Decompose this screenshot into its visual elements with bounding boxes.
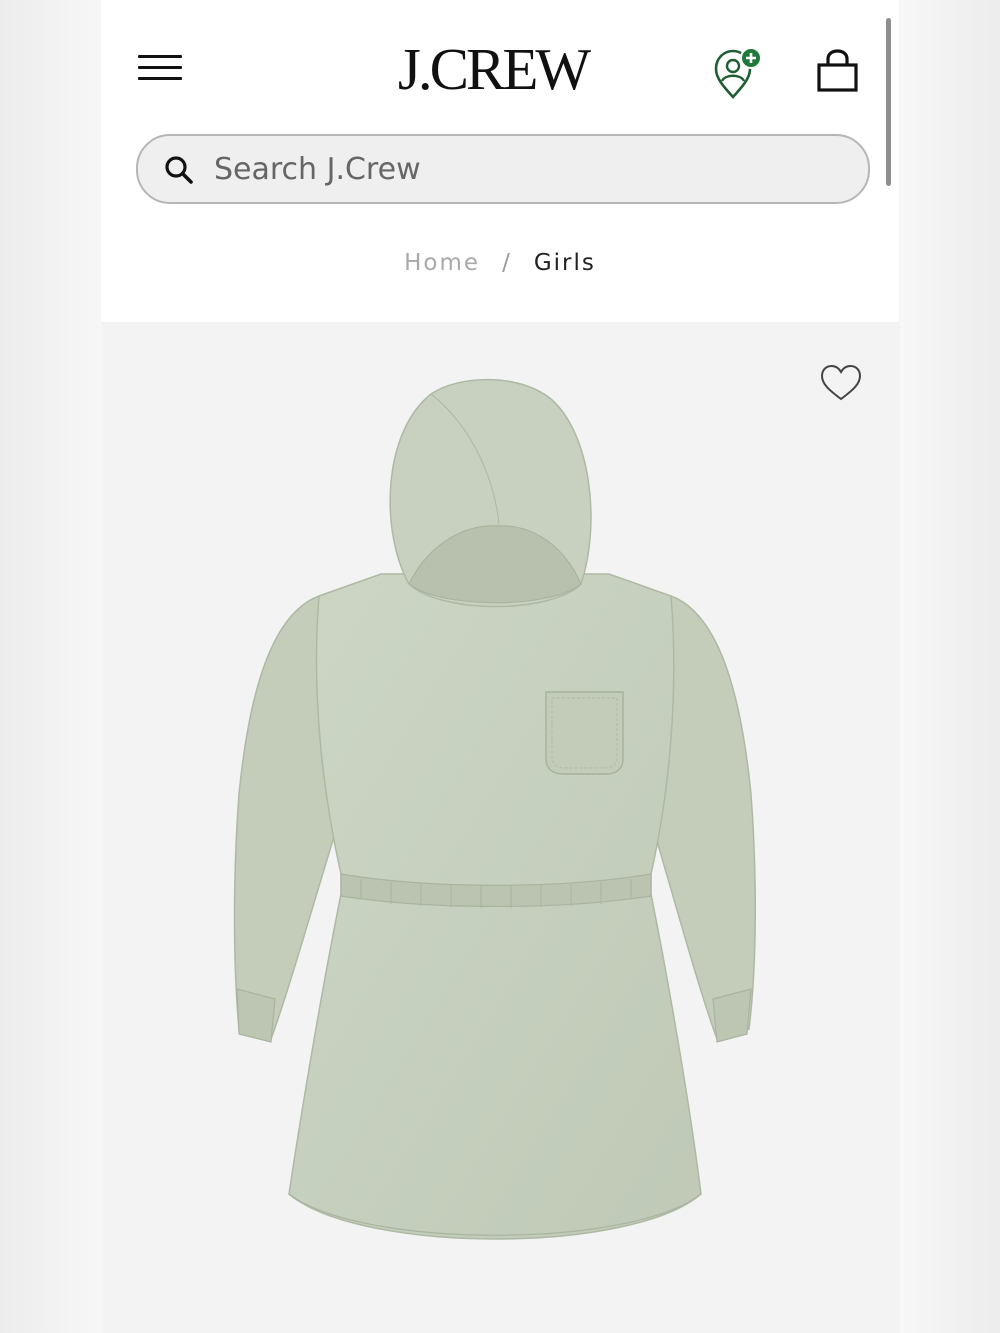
logo[interactable]: J.CREW	[378, 34, 608, 104]
product-image-panel[interactable]	[101, 322, 899, 1320]
page: J.CREW Home / Girls	[101, 0, 899, 1320]
store-location-icon[interactable]	[711, 46, 763, 100]
breadcrumb: Home / Girls	[101, 250, 899, 276]
shopping-bag-icon[interactable]	[815, 48, 859, 94]
breadcrumb-current: Girls	[533, 250, 596, 276]
scrollbar[interactable]	[886, 18, 891, 186]
breadcrumb-home-link[interactable]: Home	[404, 250, 480, 276]
breadcrumb-separator: /	[502, 250, 512, 276]
search-icon	[165, 156, 193, 184]
search-bar[interactable]	[136, 134, 870, 204]
heart-icon[interactable]	[819, 364, 863, 402]
right-background	[900, 0, 1000, 1333]
search-input[interactable]	[214, 136, 834, 202]
dress-image	[233, 378, 757, 1240]
left-background	[0, 0, 101, 1333]
hamburger-menu-icon[interactable]	[137, 50, 183, 84]
